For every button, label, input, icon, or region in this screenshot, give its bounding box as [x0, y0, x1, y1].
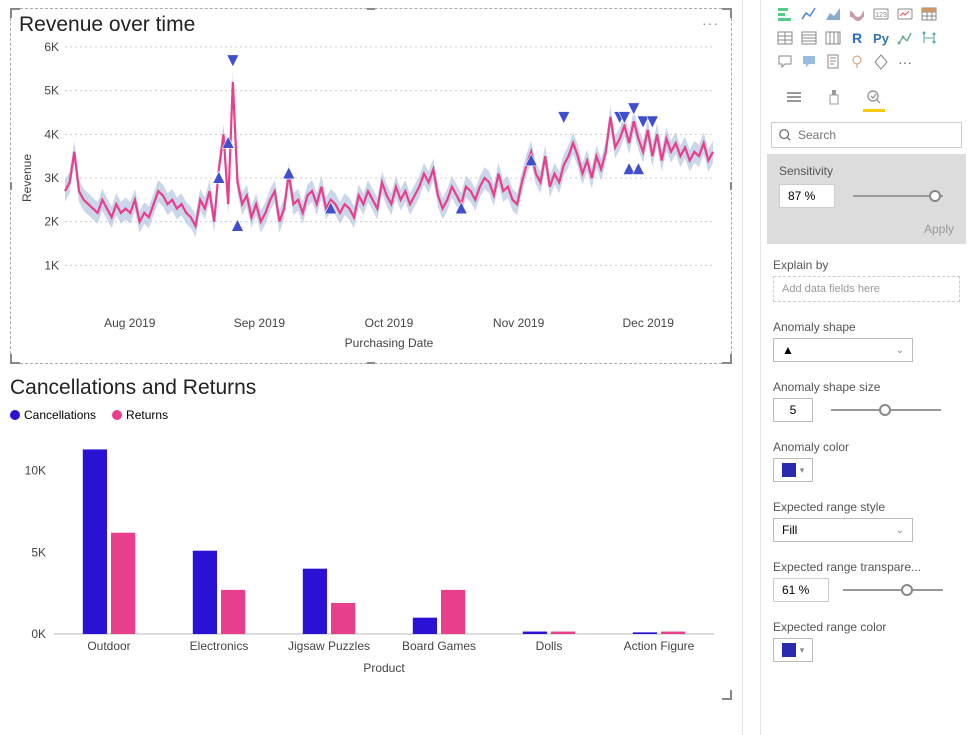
sensitivity-value[interactable]: 87 % [779, 184, 835, 208]
anomaly-size-slider[interactable] [831, 409, 941, 411]
svg-text:1K: 1K [44, 258, 59, 272]
chart-title: Cancellations and Returns [10, 376, 732, 400]
expected-color-label: Expected range color [773, 620, 960, 634]
search-input[interactable] [798, 128, 955, 142]
search-icon [778, 128, 792, 142]
search-box[interactable] [771, 122, 962, 148]
viz-paginated-icon[interactable] [823, 52, 843, 72]
svg-text:Jigsaw Puzzles: Jigsaw Puzzles [288, 639, 370, 653]
svg-text:Purchasing Date: Purchasing Date [345, 336, 434, 350]
viz-area-icon[interactable] [823, 4, 843, 24]
viz-line-icon[interactable] [799, 4, 819, 24]
revenue-chart-visual[interactable]: Revenue over time ··· 1K 2K 3K 4K 5K 6K Aug 20… [10, 8, 732, 364]
viz-decomp-icon[interactable] [919, 28, 939, 48]
visualizations-pane: 123 R Py ··· [760, 0, 970, 735]
expected-style-select[interactable]: Fill⌄ [773, 518, 913, 542]
svg-text:Aug 2019: Aug 2019 [104, 316, 156, 330]
svg-text:4K: 4K [44, 127, 59, 141]
svg-text:123: 123 [875, 12, 887, 19]
fields-tab[interactable] [783, 86, 805, 108]
viz-card-icon[interactable]: 123 [871, 4, 891, 24]
viz-arcgis-icon[interactable] [847, 52, 867, 72]
sensitivity-slider[interactable] [853, 195, 943, 197]
viz-table-icon[interactable] [919, 4, 939, 24]
resize-handle[interactable] [10, 8, 20, 18]
viz-table3-icon[interactable] [823, 28, 843, 48]
anomaly-size-label: Anomaly shape size [773, 380, 960, 394]
svg-text:6K: 6K [44, 40, 59, 54]
more-icon[interactable]: ··· [702, 15, 719, 31]
svg-text:Dolls: Dolls [536, 639, 563, 653]
line-chart: 1K 2K 3K 4K 5K 6K Aug 2019 Sep 2019 Oct 2019 Nov … [19, 39, 723, 351]
explain-by-label: Explain by [773, 258, 960, 272]
analytics-tab[interactable] [863, 86, 885, 108]
svg-text:10K: 10K [25, 464, 46, 478]
viz-type-palette: 123 R Py ··· [761, 0, 970, 82]
resize-handle[interactable] [722, 690, 732, 700]
sensitivity-card: Sensitivity 87 % Apply [767, 154, 966, 244]
svg-text:Sep 2019: Sep 2019 [234, 316, 286, 330]
anomaly-color-picker[interactable]: ▾ [773, 458, 813, 482]
cancellations-chart-visual[interactable]: Cancellations and Returns Cancellations … [10, 376, 732, 700]
chevron-down-icon: ⌄ [896, 345, 904, 356]
expected-transp-label: Expected range transpare... [773, 560, 960, 574]
viz-ribbon-icon[interactable] [847, 4, 867, 24]
expected-transp-value[interactable]: 61 % [773, 578, 829, 602]
anomaly-shape-label: Anomaly shape [773, 320, 960, 334]
chevron-down-icon: ⌄ [896, 525, 904, 536]
viz-powerapps-icon[interactable] [871, 52, 891, 72]
svg-text:5K: 5K [44, 84, 59, 98]
bar-chart: 0K 5K 10K Outdoor Electronics Jigsaw Puzzles B… [10, 432, 724, 678]
expected-color-picker[interactable]: ▾ [773, 638, 813, 662]
viz-matrix-icon[interactable] [775, 28, 795, 48]
viz-python-icon[interactable]: Py [871, 28, 891, 48]
resize-handle[interactable] [367, 8, 375, 10]
viz-key-influencers-icon[interactable] [895, 28, 915, 48]
resize-handle[interactable] [722, 8, 732, 18]
anomaly-color-label: Anomaly color [773, 440, 960, 454]
anomaly-shape-select[interactable]: ▲⌄ [773, 338, 913, 362]
svg-text:0K: 0K [31, 627, 46, 641]
expected-style-label: Expected range style [773, 500, 960, 514]
format-tab[interactable] [823, 86, 845, 108]
chevron-down-icon: ▾ [800, 465, 805, 476]
resize-handle[interactable] [730, 182, 732, 190]
viz-kpi-icon[interactable] [895, 4, 915, 24]
resize-handle[interactable] [367, 362, 375, 364]
legend: Cancellations Returns [10, 408, 732, 422]
viz-r-icon[interactable]: R [847, 28, 867, 48]
sensitivity-label: Sensitivity [779, 164, 954, 178]
svg-text:Dec 2019: Dec 2019 [623, 316, 675, 330]
viz-narrative-icon[interactable] [799, 52, 819, 72]
svg-text:Revenue: Revenue [20, 154, 34, 202]
legend-swatch [112, 410, 122, 420]
resize-handle[interactable] [722, 354, 732, 364]
viz-table2-icon[interactable] [799, 28, 819, 48]
chevron-down-icon: ▾ [800, 645, 805, 656]
viz-more-icon[interactable]: ··· [895, 52, 915, 72]
chart-title: Revenue over time [19, 13, 723, 37]
expected-transp-slider[interactable] [843, 589, 943, 591]
svg-text:Outdoor: Outdoor [87, 639, 130, 653]
svg-text:Board Games: Board Games [402, 639, 476, 653]
svg-text:Electronics: Electronics [190, 639, 249, 653]
legend-swatch [10, 410, 20, 420]
svg-text:5K: 5K [31, 545, 46, 559]
apply-button[interactable]: Apply [779, 222, 954, 236]
viz-stacked-bar-icon[interactable] [775, 4, 795, 24]
viz-qa-icon[interactable] [775, 52, 795, 72]
svg-text:2K: 2K [44, 215, 59, 229]
legend-label: Cancellations [24, 408, 96, 422]
resize-handle[interactable] [10, 354, 20, 364]
svg-text:Oct 2019: Oct 2019 [365, 316, 414, 330]
anomaly-size-input[interactable] [773, 398, 813, 422]
svg-text:3K: 3K [44, 171, 59, 185]
collapsed-pane[interactable] [742, 0, 760, 735]
svg-text:Action Figure: Action Figure [624, 639, 695, 653]
svg-text:Product: Product [363, 661, 405, 675]
svg-text:Nov 2019: Nov 2019 [493, 316, 545, 330]
explain-by-dropzone[interactable]: Add data fields here [773, 276, 960, 302]
resize-handle[interactable] [10, 182, 12, 190]
legend-label: Returns [126, 408, 168, 422]
